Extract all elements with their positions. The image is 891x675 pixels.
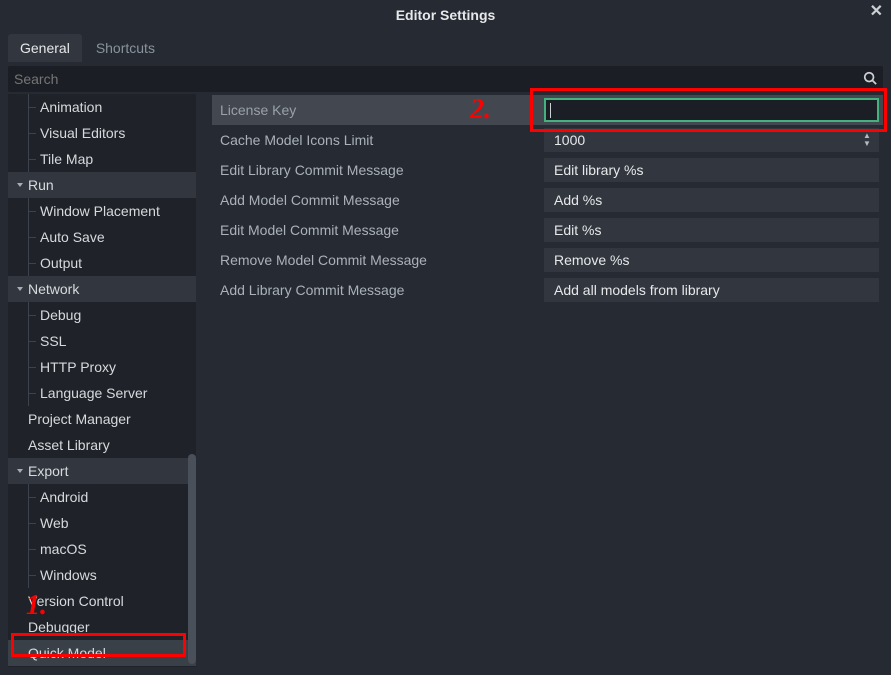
tree-item-windows[interactable]: Windows	[8, 562, 196, 588]
close-icon[interactable]: ✕	[870, 4, 883, 20]
tree-item-asset-library[interactable]: Asset Library	[8, 432, 196, 458]
setting-label: License Key	[212, 102, 544, 118]
add-library-input[interactable]: Add all models from library	[544, 278, 879, 302]
tree-item-project-manager[interactable]: Project Manager	[8, 406, 196, 432]
tree-group-network[interactable]: Network	[8, 276, 196, 302]
tree-scrollbar[interactable]	[188, 94, 196, 667]
titlebar: Editor Settings ✕	[0, 0, 891, 30]
search-icon	[863, 71, 877, 88]
tree-group-export[interactable]: Export	[8, 458, 196, 484]
tree-item-version-control[interactable]: Version Control	[8, 588, 196, 614]
tabbar: General Shortcuts	[0, 30, 891, 62]
spin-arrows-icon[interactable]: ▲▼	[861, 128, 873, 152]
tree-group-run[interactable]: Run	[8, 172, 196, 198]
tree-item-auto-save[interactable]: Auto Save	[8, 224, 196, 250]
tree-item-web[interactable]: Web	[8, 510, 196, 536]
tree-item-language-server[interactable]: Language Server	[8, 380, 196, 406]
remove-model-input[interactable]: Remove %s	[544, 248, 879, 272]
tree-item-visual-editors[interactable]: Visual Editors	[8, 120, 196, 146]
setting-label: Edit Model Commit Message	[212, 222, 544, 238]
settings-tree[interactable]: Animation Visual Editors Tile Map Run Wi…	[8, 94, 196, 667]
search-bar[interactable]	[8, 66, 883, 92]
chevron-down-icon	[14, 179, 26, 191]
setting-row-cache-limit: Cache Model Icons Limit 1000 ▲▼	[212, 125, 883, 155]
tree-item-tile-map[interactable]: Tile Map	[8, 146, 196, 172]
edit-library-input[interactable]: Edit library %s	[544, 158, 879, 182]
cache-limit-spinbox[interactable]: 1000 ▲▼	[544, 128, 879, 152]
tree-item-quick-model[interactable]: Quick Model	[8, 640, 196, 666]
setting-row-edit-library: Edit Library Commit Message Edit library…	[212, 155, 883, 185]
chevron-down-icon	[14, 283, 26, 295]
setting-label: Add Model Commit Message	[212, 192, 544, 208]
tree-item-ssl[interactable]: SSL	[8, 328, 196, 354]
text-cursor	[550, 103, 551, 118]
window-title: Editor Settings	[396, 7, 496, 23]
tree-item-debug[interactable]: Debug	[8, 302, 196, 328]
search-input[interactable]	[14, 71, 863, 87]
tab-general[interactable]: General	[8, 34, 82, 62]
setting-label: Remove Model Commit Message	[212, 252, 544, 268]
setting-row-add-library: Add Library Commit Message Add all model…	[212, 275, 883, 305]
setting-label: Cache Model Icons Limit	[212, 132, 544, 148]
tree-item-window-placement[interactable]: Window Placement	[8, 198, 196, 224]
tree-item-output[interactable]: Output	[8, 250, 196, 276]
edit-model-input[interactable]: Edit %s	[544, 218, 879, 242]
license-key-input[interactable]	[544, 98, 879, 122]
setting-label: Add Library Commit Message	[212, 282, 544, 298]
tree-item-macos[interactable]: macOS	[8, 536, 196, 562]
setting-row-add-model: Add Model Commit Message Add %s	[212, 185, 883, 215]
setting-row-license-key: License Key	[212, 95, 883, 125]
tree-item-android[interactable]: Android	[8, 484, 196, 510]
setting-row-remove-model: Remove Model Commit Message Remove %s	[212, 245, 883, 275]
tab-shortcuts[interactable]: Shortcuts	[84, 34, 167, 62]
tree-item-animation[interactable]: Animation	[8, 94, 196, 120]
chevron-down-icon	[14, 465, 26, 477]
tree-item-http-proxy[interactable]: HTTP Proxy	[8, 354, 196, 380]
settings-panel: License Key Cache Model Icons Limit 1000…	[196, 94, 883, 667]
setting-row-edit-model: Edit Model Commit Message Edit %s	[212, 215, 883, 245]
setting-label: Edit Library Commit Message	[212, 162, 544, 178]
tree-item-debugger[interactable]: Debugger	[8, 614, 196, 640]
add-model-input[interactable]: Add %s	[544, 188, 879, 212]
scrollbar-thumb[interactable]	[188, 454, 196, 664]
